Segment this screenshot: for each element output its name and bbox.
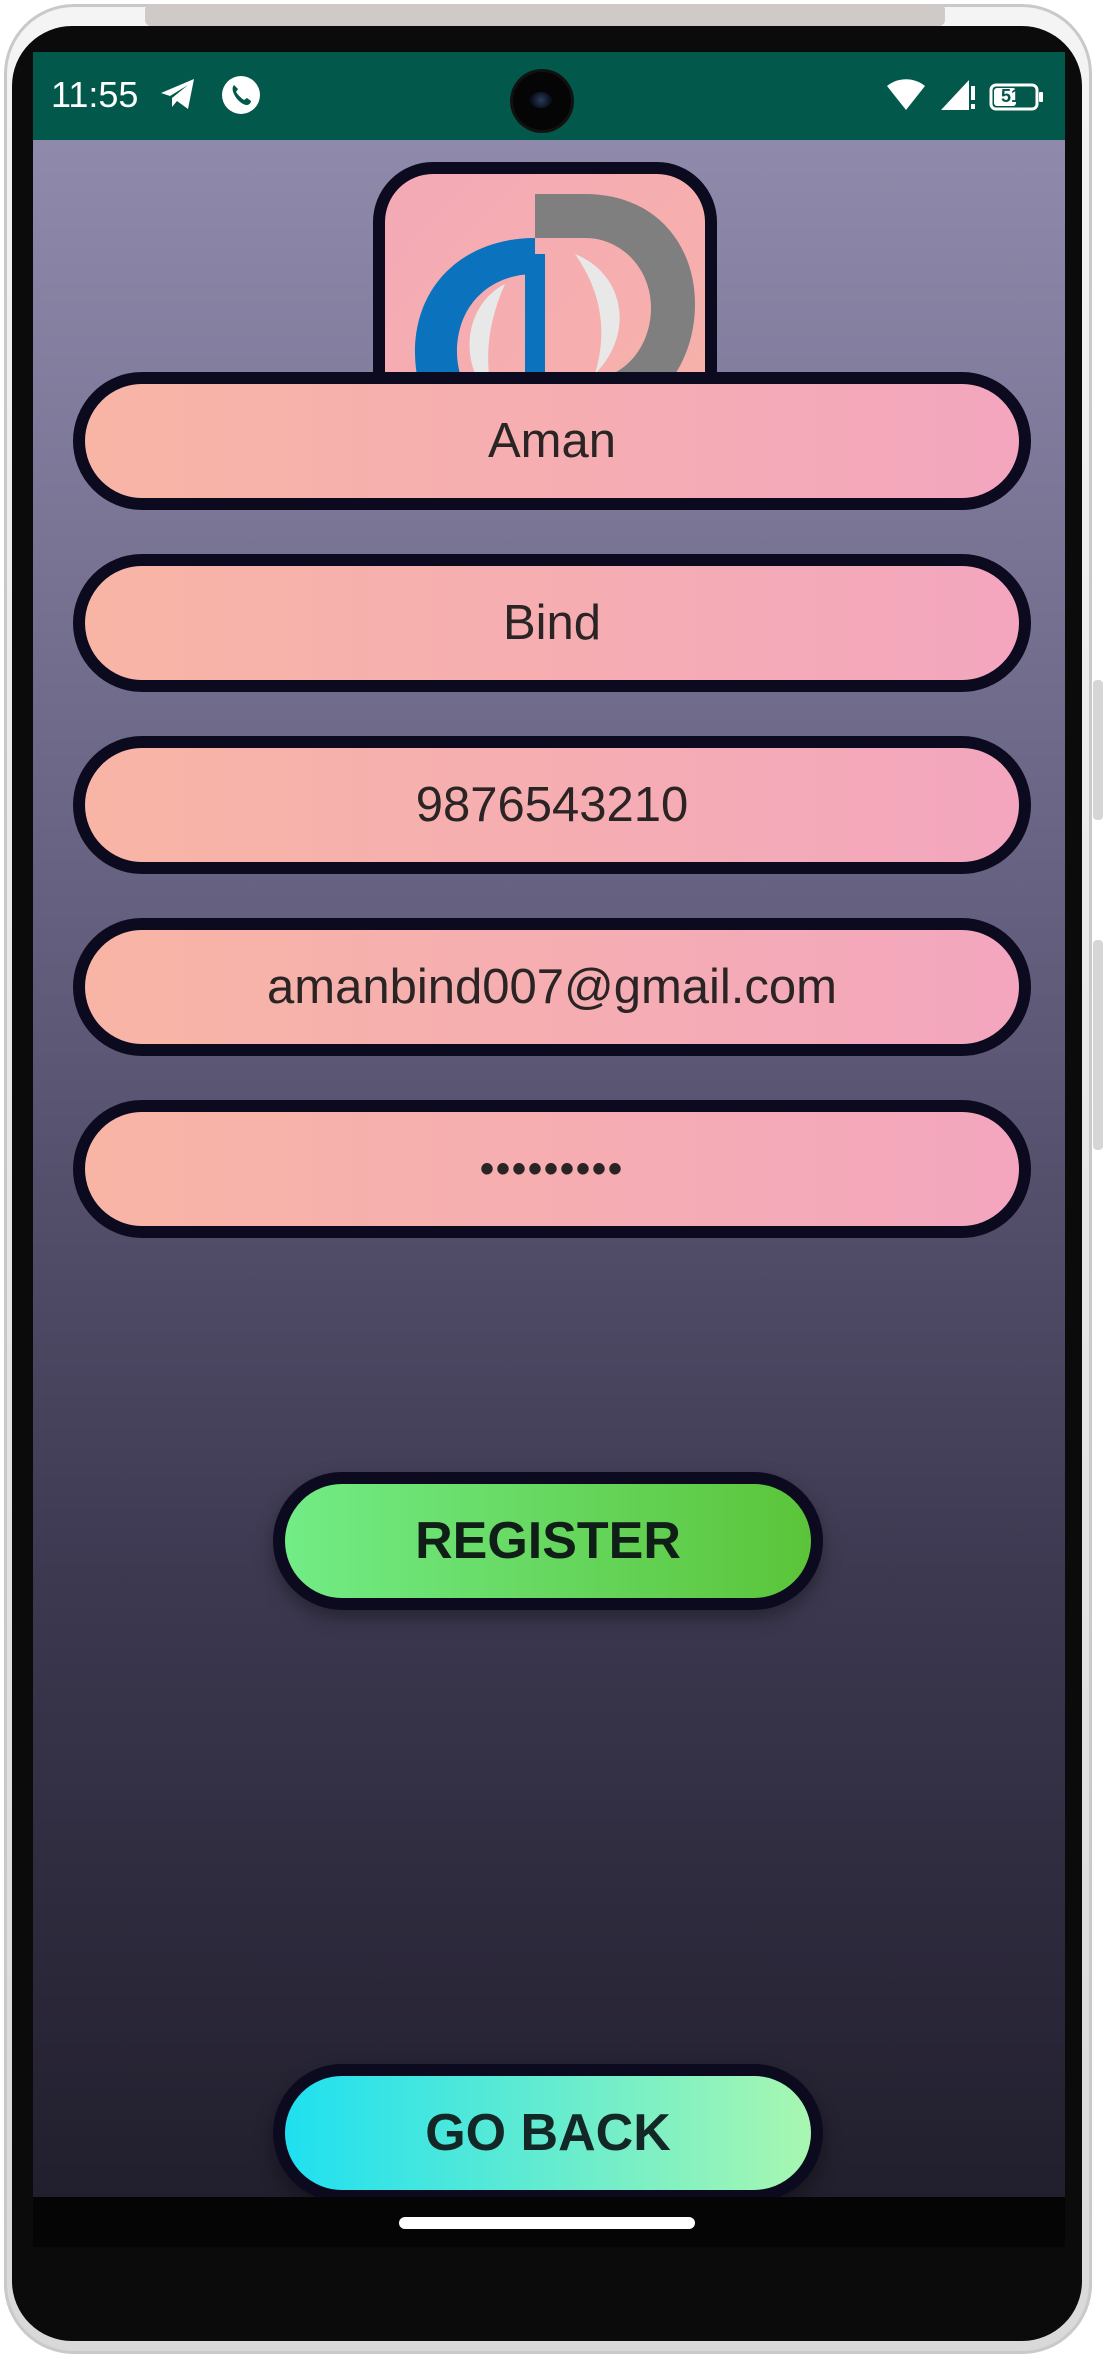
first-name-field[interactable] [73, 372, 1031, 510]
status-bar: 11:55 51 [33, 52, 1065, 140]
last-name-input[interactable] [129, 594, 975, 652]
whatsapp-call-icon [220, 74, 262, 121]
register-button[interactable]: REGISTER [273, 1472, 823, 1610]
volume-button [1093, 680, 1103, 820]
go-back-button[interactable]: GO BACK [273, 2064, 823, 2202]
navigation-bar [33, 2197, 1065, 2247]
home-indicator[interactable] [399, 2217, 695, 2229]
first-name-input[interactable] [129, 412, 975, 470]
power-button [1093, 940, 1103, 1150]
email-input[interactable] [129, 958, 975, 1016]
wifi-icon [885, 76, 927, 117]
phone-input[interactable] [129, 776, 975, 834]
register-button-label: REGISTER [415, 1512, 681, 1570]
app-screen: 11:55 51 Aman Bind 9876543210 amanbind00… [33, 52, 1065, 2247]
front-camera [513, 72, 571, 130]
status-time: 11:55 [51, 74, 139, 115]
signal-icon [939, 76, 977, 117]
battery-icon: 51 [989, 83, 1045, 111]
battery-level: 51 [1001, 85, 1022, 106]
go-back-button-label: GO BACK [425, 2104, 671, 2162]
phone-top-edge [145, 4, 945, 26]
email-field[interactable] [73, 918, 1031, 1056]
password-input[interactable]: ••••••••• [480, 1147, 624, 1192]
last-name-field[interactable] [73, 554, 1031, 692]
telegram-icon [158, 74, 198, 121]
password-field[interactable]: ••••••••• [73, 1100, 1031, 1238]
phone-field[interactable] [73, 736, 1031, 874]
